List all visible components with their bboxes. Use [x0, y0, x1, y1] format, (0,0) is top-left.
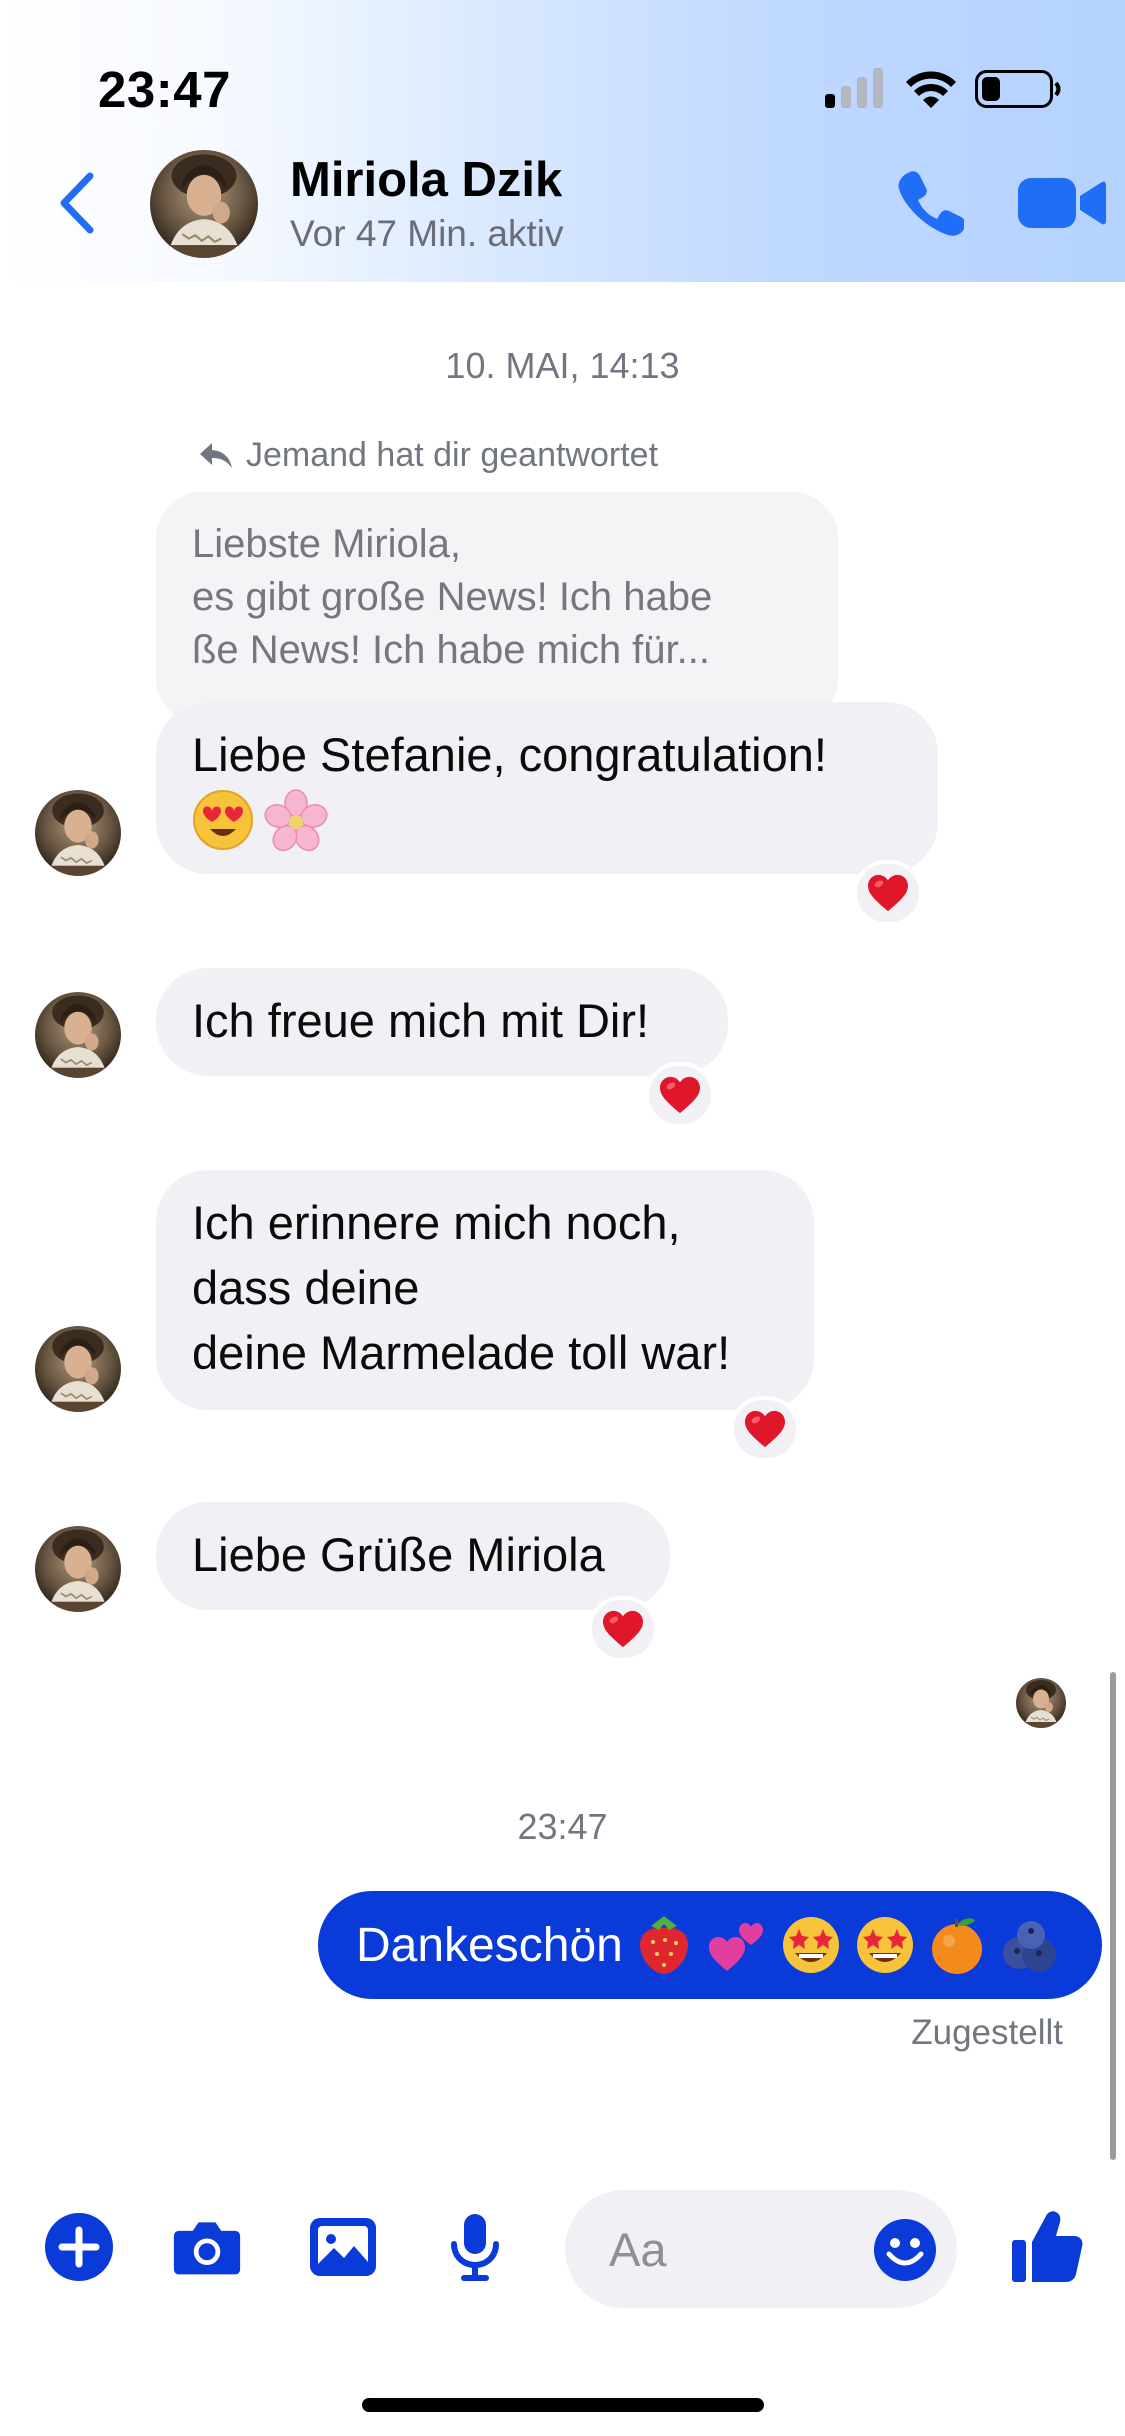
outgoing-message-text: Dankeschön	[356, 1918, 623, 1972]
message-bubble[interactable]: Ich freue mich mit Dir!	[156, 968, 728, 1076]
message-text: Liebe Stefanie, congratulation!	[192, 728, 827, 781]
seen-indicator-avatar	[1016, 1678, 1066, 1728]
microphone-icon[interactable]	[440, 2212, 510, 2282]
quoted-line: Liebste Miriola,	[192, 522, 462, 566]
emoji-icon[interactable]	[873, 2218, 937, 2282]
message-bubble[interactable]: Ich erinnere mich noch, dass deine deine…	[156, 1170, 814, 1410]
sender-avatar[interactable]	[35, 992, 121, 1078]
heart-eyes-emoji-icon	[193, 790, 253, 850]
date-separator: 10. MAI, 14:13	[445, 345, 680, 386]
message-bubble[interactable]: Liebe Stefanie, congratulation!	[156, 702, 938, 874]
message-text: Liebe Grüße Miriola	[192, 1528, 605, 1581]
quoted-line: es gibt große News! Ich habe	[192, 575, 713, 619]
delivery-status: Zugestellt	[911, 2013, 1063, 2052]
outgoing-emojis	[635, 1914, 1061, 1976]
phone-icon[interactable]	[896, 168, 964, 236]
contact-name[interactable]: Miriola Dzik	[290, 152, 562, 208]
heart-icon	[866, 873, 910, 913]
thumbs-up-icon[interactable]	[1010, 2208, 1084, 2284]
sender-avatar[interactable]	[35, 790, 121, 876]
message-input[interactable]: Aa	[565, 2190, 957, 2308]
back-chevron-icon[interactable]	[52, 168, 100, 238]
sender-avatar[interactable]	[35, 1526, 121, 1612]
message-text: Ich freue mich mit Dir!	[192, 994, 650, 1047]
reply-arrow-icon	[200, 442, 232, 468]
status-icons	[825, 68, 1061, 108]
star-struck-emoji-icon	[856, 1917, 913, 1973]
contact-activity-status: Vor 47 Min. aktiv	[290, 213, 564, 254]
cellular-signal-icon	[825, 68, 883, 108]
strawberry-emoji-icon	[639, 1916, 688, 1974]
gallery-icon[interactable]	[308, 2212, 378, 2282]
message-bubble[interactable]: Liebe Grüße Miriola	[156, 1502, 670, 1610]
sender-avatar[interactable]	[35, 1326, 121, 1412]
heart-reaction[interactable]	[730, 1396, 800, 1462]
wifi-icon	[906, 71, 956, 108]
heart-icon	[658, 1075, 702, 1115]
quoted-line: ße News! Ich habe mich für...	[192, 628, 710, 672]
star-struck-emoji-icon	[782, 1917, 839, 1973]
outgoing-message-bubble[interactable]: Dankeschön	[318, 1891, 1102, 1999]
video-icon[interactable]	[1018, 176, 1106, 230]
two-hearts-emoji-icon	[708, 1923, 763, 1971]
quoted-message[interactable]: Liebste Miriola, es gibt große News! Ich…	[156, 492, 838, 724]
reply-hint: Jemand hat dir geantwortet	[198, 436, 658, 475]
contact-avatar[interactable]	[150, 150, 258, 258]
blueberries-emoji-icon	[1002, 1921, 1056, 1972]
cherry-blossom-emoji-icon	[264, 789, 328, 852]
message-line: deine Marmelade toll war!	[192, 1326, 731, 1379]
scrollbar[interactable]	[1110, 1672, 1116, 2160]
home-indicator[interactable]	[362, 2398, 764, 2412]
heart-reaction[interactable]	[588, 1596, 658, 1662]
status-time: 23:47	[98, 61, 231, 118]
message-line: Ich erinnere mich noch,	[192, 1196, 681, 1249]
heart-icon	[743, 1409, 787, 1449]
plus-icon[interactable]	[44, 2212, 114, 2282]
heart-icon	[601, 1609, 645, 1649]
message-line: dass deine	[192, 1261, 420, 1314]
time-separator: 23:47	[517, 1806, 608, 1847]
camera-icon[interactable]	[172, 2212, 242, 2282]
reply-hint-text: Jemand hat dir geantwortet	[246, 436, 659, 474]
message-input-placeholder: Aa	[609, 2223, 667, 2276]
tangerine-emoji-icon	[931, 1918, 982, 1974]
heart-reaction[interactable]	[853, 860, 923, 926]
chat-header: 23:47 Miriola Dzik Vor 47 Min. aktiv	[0, 0, 1125, 282]
battery-icon	[975, 70, 1061, 108]
heart-reaction[interactable]	[645, 1062, 715, 1128]
message-emojis	[192, 789, 902, 853]
